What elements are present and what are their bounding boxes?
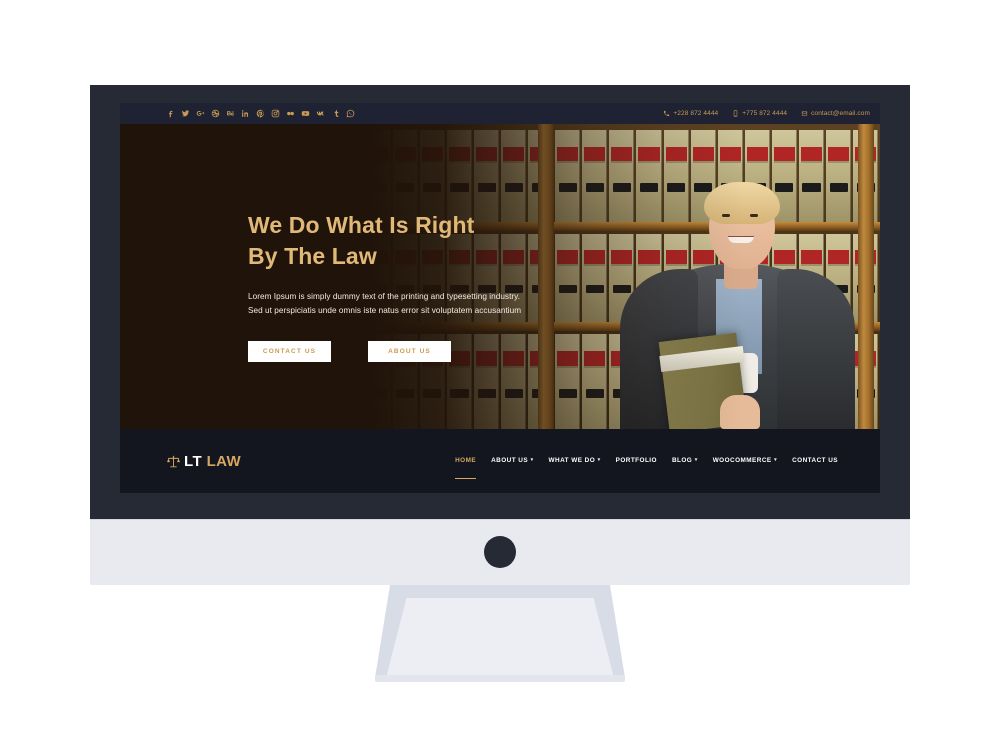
whatsapp-icon[interactable] — [346, 109, 355, 118]
nav-item-what-we-do-label: WHAT WE DO — [548, 457, 596, 464]
social-links — [166, 109, 355, 118]
google-plus-icon[interactable] — [196, 109, 205, 118]
nav-item-what-we-do[interactable]: WHAT WE DO ▾ — [549, 457, 601, 465]
chevron-down-icon: ▾ — [597, 457, 601, 463]
hero-cta-group: CONTACT US ABOUT US — [248, 341, 578, 362]
nav-item-woocommerce[interactable]: WOOCOMMERCE ▾ — [713, 457, 777, 465]
hero-description-line-2: Sed ut perspiciatis unde omnis iste natu… — [248, 306, 522, 315]
logo-text-law: LAW — [202, 452, 242, 470]
monitor-stand-neck-highlight — [386, 598, 614, 678]
mockup-canvas: +228 872 4444 +775 872 4444 contact@emai… — [0, 0, 1000, 750]
hero-heading: We Do What Is Right By The Law — [248, 210, 578, 272]
tumblr-icon[interactable] — [331, 109, 340, 118]
chevron-down-icon: ▾ — [774, 457, 778, 463]
site-logo[interactable]: LT LAW — [166, 453, 241, 470]
main-navigation-bar: LT LAW HOME ABOUT US ▾ WHAT WE DO ▾ PORT… — [120, 429, 880, 493]
phone-secondary[interactable]: +775 872 4444 — [732, 110, 787, 117]
site-logo-text: LT LAW — [184, 453, 241, 470]
nav-item-about-us-label: ABOUT US — [491, 457, 529, 464]
nav-item-contact-us-label: CONTACT US — [792, 457, 838, 464]
twitter-icon[interactable] — [181, 109, 190, 118]
behance-icon[interactable] — [226, 109, 235, 118]
about-us-button[interactable]: ABOUT US — [368, 341, 451, 362]
scales-of-justice-icon — [166, 454, 181, 469]
vk-icon[interactable] — [316, 109, 325, 118]
nav-item-about-us[interactable]: ABOUT US ▾ — [491, 457, 533, 465]
phone-primary-text: +228 872 4444 — [673, 110, 719, 117]
nav-item-portfolio[interactable]: PORTFOLIO — [616, 457, 657, 465]
instagram-icon[interactable] — [271, 109, 280, 118]
website-screen: +228 872 4444 +775 872 4444 contact@emai… — [120, 103, 880, 493]
nav-item-woocommerce-label: WOOCOMMERCE — [712, 457, 772, 464]
nav-item-home-label: HOME — [455, 457, 477, 464]
nav-item-contact-us[interactable]: CONTACT US — [792, 457, 838, 465]
hero-heading-line-2: By The Law — [248, 243, 377, 269]
flickr-icon[interactable] — [286, 109, 295, 118]
chevron-down-icon: ▾ — [694, 457, 698, 463]
envelope-icon — [801, 110, 808, 117]
contact-us-button[interactable]: CONTACT US — [248, 341, 331, 362]
phone-secondary-text: +775 872 4444 — [742, 110, 788, 117]
hero-heading-line-1: We Do What Is Right — [248, 212, 475, 238]
nav-item-blog[interactable]: BLOG ▾ — [672, 457, 698, 465]
phone-icon — [663, 110, 670, 117]
linkedin-icon[interactable] — [241, 109, 250, 118]
email-link[interactable]: contact@email.com — [801, 110, 870, 117]
logo-text-lt: LT — [184, 452, 203, 470]
hero-content: We Do What Is Right By The Law Lorem Ips… — [248, 210, 578, 362]
phone-primary[interactable]: +228 872 4444 — [663, 110, 718, 117]
hero-section: We Do What Is Right By The Law Lorem Ips… — [120, 124, 880, 429]
facebook-icon[interactable] — [166, 109, 175, 118]
monitor-power-button[interactable] — [484, 536, 516, 568]
nav-item-blog-label: BLOG — [671, 457, 693, 464]
hero-description: Lorem Ipsum is simply dummy text of the … — [248, 290, 578, 318]
pinterest-icon[interactable] — [256, 109, 265, 118]
monitor-stand-base — [375, 675, 625, 682]
mobile-icon — [732, 110, 739, 117]
chevron-down-icon: ▾ — [530, 457, 534, 463]
top-bar: +228 872 4444 +775 872 4444 contact@emai… — [120, 103, 880, 124]
email-text: contact@email.com — [811, 110, 870, 117]
nav-item-home[interactable]: HOME — [455, 457, 477, 479]
topbar-contact-info: +228 872 4444 +775 872 4444 contact@emai… — [663, 110, 870, 117]
primary-menu: HOME ABOUT US ▾ WHAT WE DO ▾ PORTFOLIO B… — [455, 457, 838, 479]
youtube-icon[interactable] — [301, 109, 310, 118]
nav-item-portfolio-label: PORTFOLIO — [615, 457, 657, 464]
hero-description-line-1: Lorem Ipsum is simply dummy text of the … — [248, 292, 521, 301]
dribbble-icon[interactable] — [211, 109, 220, 118]
